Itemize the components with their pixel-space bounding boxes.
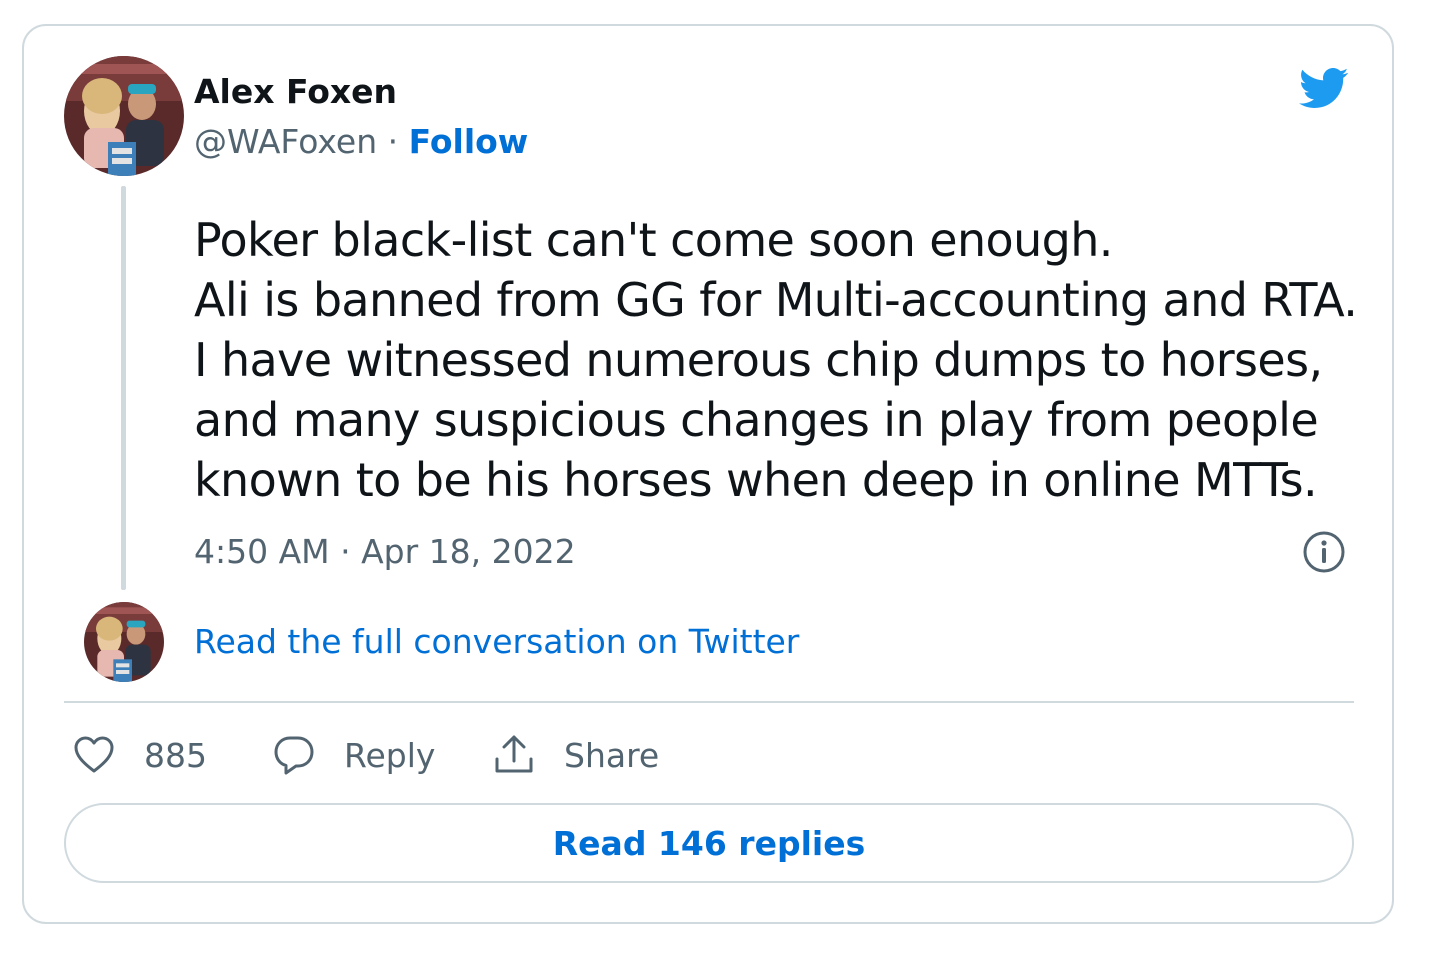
author-name[interactable]: Alex Foxen xyxy=(194,72,397,111)
like-count: 885 xyxy=(144,735,207,775)
read-full-conversation-link[interactable]: Read the full conversation on Twitter xyxy=(194,622,799,661)
tweet-text: Poker black-list can't come soon enough.… xyxy=(194,210,1364,510)
author-handle[interactable]: @WAFoxen xyxy=(194,122,377,161)
tweet-timestamp[interactable]: 4:50 AM · Apr 18, 2022 xyxy=(194,532,576,571)
author-avatar[interactable] xyxy=(64,56,184,176)
reply-button[interactable]: Reply xyxy=(272,730,435,780)
tweet-text-line: Ali is banned from GG for Multi-accounti… xyxy=(194,273,1358,327)
tweet-text-line: known to be his horses when deep in onli… xyxy=(194,453,1318,507)
share-upload-icon xyxy=(495,735,533,773)
twitter-bird-icon[interactable] xyxy=(1292,62,1354,114)
speech-bubble-icon xyxy=(274,736,314,775)
heart-icon xyxy=(74,736,114,773)
avatar-photo-image xyxy=(84,602,164,682)
follow-link[interactable]: Follow xyxy=(409,122,529,161)
thread-connector-line xyxy=(121,186,126,590)
tweet-text-line: I have witnessed numerous chip dumps to … xyxy=(194,333,1323,387)
handle-separator: · xyxy=(387,122,399,161)
share-button[interactable]: Share xyxy=(492,730,659,780)
info-icon[interactable] xyxy=(1302,530,1346,574)
like-button[interactable]: 885 xyxy=(72,730,207,780)
conversation-avatar[interactable] xyxy=(84,602,164,682)
tweet-text-line: Poker black-list can't come soon enough. xyxy=(194,213,1113,267)
actions-divider xyxy=(64,701,1354,703)
share-label: Share xyxy=(564,735,660,775)
author-handle-row: @WAFoxen · Follow xyxy=(194,122,528,161)
avatar-photo-image xyxy=(64,56,184,176)
reply-label: Reply xyxy=(344,735,436,775)
read-replies-button[interactable]: Read 146 replies xyxy=(64,803,1354,883)
tweet-text-line: and many suspicious changes in play from… xyxy=(194,393,1319,447)
